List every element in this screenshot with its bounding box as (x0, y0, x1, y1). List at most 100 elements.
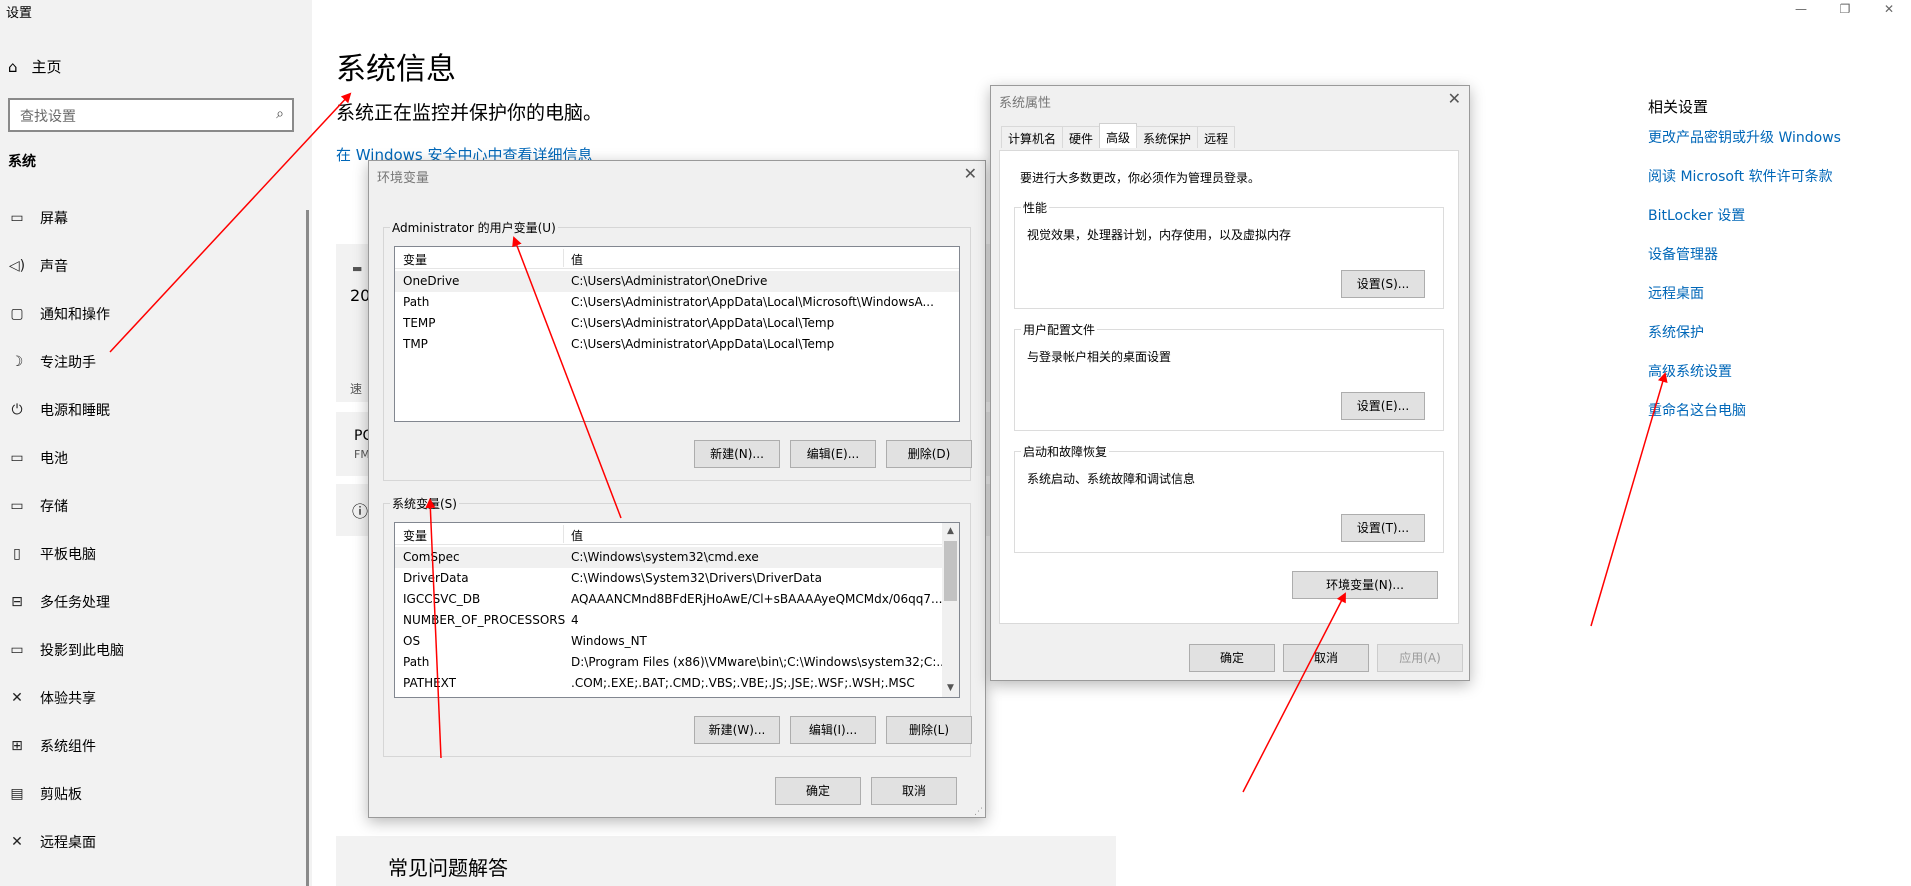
list-row[interactable]: Path C:\Users\Administrator\AppData\Local… (395, 292, 959, 313)
cancel-button[interactable]: 取消 (871, 777, 957, 805)
link-remote-desktop[interactable]: 远程桌面 (1648, 283, 1841, 322)
link-bitlocker[interactable]: BitLocker 设置 (1648, 205, 1841, 244)
home-label: 主页 (31, 58, 62, 76)
scroll-up-icon[interactable]: ▲ (942, 523, 959, 540)
var-name: TMP (403, 337, 428, 351)
list-row[interactable]: TMP C:\Users\Administrator\AppData\Local\… (395, 334, 959, 355)
link-system-protection[interactable]: 系统保护 (1648, 322, 1841, 361)
tab-remote[interactable]: 远程 (1197, 126, 1236, 148)
section-heading: 系统 (8, 154, 36, 170)
link-upgrade-windows[interactable]: 更改产品密钥或升级 Windows (1648, 127, 1841, 166)
nav-item-notifications[interactable]: ▢ 通知和操作 (0, 290, 312, 338)
system-edit-button[interactable]: 编辑(I)... (790, 716, 876, 744)
close-icon[interactable]: ✕ (1448, 89, 1461, 108)
link-advanced-system-settings[interactable]: 高级系统设置 (1648, 361, 1841, 400)
tab-hardware[interactable]: 硬件 (1062, 126, 1101, 148)
nav-item-components[interactable]: ⊞ 系统组件 (0, 722, 312, 770)
var-name: NUMBER_OF_PROCESSORS (403, 613, 566, 627)
nav-item-display[interactable]: ▭ 屏幕 (0, 194, 312, 242)
link-license-terms[interactable]: 阅读 Microsoft 软件许可条款 (1648, 166, 1841, 205)
var-value: C:\Users\Administrator\AppData\Local\Mic… (571, 295, 934, 309)
nav-item-project[interactable]: ▭ 投影到此电脑 (0, 626, 312, 674)
list-row[interactable]: OS Windows_NT (395, 631, 942, 652)
nav-item-clipboard[interactable]: ▤ 剪贴板 (0, 770, 312, 818)
nav-item-storage[interactable]: ▭ 存储 (0, 482, 312, 530)
clipboard-icon: ▤ (10, 786, 24, 802)
link-device-manager[interactable]: 设备管理器 (1648, 244, 1841, 283)
nav-item-tablet[interactable]: ▯ 平板电脑 (0, 530, 312, 578)
minimize-icon[interactable]: — (1779, 0, 1823, 16)
share-icon: ✕ (11, 690, 23, 706)
column-header-value[interactable]: 值 (571, 527, 583, 544)
nav-label: 通知和操作 (40, 307, 110, 323)
user-edit-button[interactable]: 编辑(E)... (790, 440, 876, 468)
list-row[interactable]: PATHEXT .COM;.EXE;.BAT;.CMD;.VBS;.VBE;.JS… (395, 673, 942, 694)
user-delete-button[interactable]: 删除(D) (886, 440, 972, 468)
nav-item-multitasking[interactable]: ⊟ 多任务处理 (0, 578, 312, 626)
column-header-variable[interactable]: 变量 (403, 251, 427, 268)
nav-label: 体验共享 (40, 691, 96, 707)
nav-item-shared-experiences[interactable]: ✕ 体验共享 (0, 674, 312, 722)
user-new-button[interactable]: 新建(N)... (694, 440, 780, 468)
nav-item-battery[interactable]: ▭ 电池 (0, 434, 312, 482)
apply-button[interactable]: 应用(A) (1377, 644, 1463, 672)
var-value: C:\Users\Administrator\OneDrive (571, 274, 768, 288)
cancel-button[interactable]: 取消 (1283, 644, 1369, 672)
performance-settings-button[interactable]: 设置(S)... (1341, 270, 1425, 298)
restore-icon[interactable]: ❐ (1823, 0, 1867, 16)
environment-variables-button[interactable]: 环境变量(N)... (1292, 571, 1438, 599)
scroll-thumb[interactable] (944, 541, 957, 601)
nav-label: 声音 (40, 259, 68, 275)
home-icon: ⌂ (8, 57, 18, 76)
vertical-scrollbar[interactable]: ▲ ▼ (942, 523, 959, 697)
var-value: AQAAANCMnd8BFdERjHoAwE/Cl+sBAAAAyeQMCMdx… (571, 592, 943, 606)
ok-button[interactable]: 确定 (1189, 644, 1275, 672)
tab-advanced[interactable]: 高级 (1099, 123, 1138, 148)
close-icon[interactable]: ✕ (1867, 0, 1911, 16)
list-row[interactable]: ComSpec C:\Windows\system32\cmd.exe (395, 547, 942, 568)
list-rows: OneDrive C:\Users\Administrator\OneDrive … (395, 271, 959, 355)
window-title: 设置 (6, 6, 33, 21)
system-new-button[interactable]: 新建(W)... (694, 716, 780, 744)
scroll-down-icon[interactable]: ▼ (942, 680, 959, 697)
profile-settings-button[interactable]: 设置(E)... (1341, 392, 1425, 420)
ok-button[interactable]: 确定 (775, 777, 861, 805)
multitask-icon: ⊟ (11, 594, 23, 610)
search-input[interactable]: 查找设置 ⌕ (8, 98, 294, 132)
nav-item-sound[interactable]: ◁) 声音 (0, 242, 312, 290)
close-icon[interactable]: ✕ (964, 164, 977, 183)
tab-system-protection[interactable]: 系统保护 (1136, 126, 1199, 148)
nav-label: 投影到此电脑 (40, 643, 124, 659)
nav-label: 系统组件 (40, 739, 96, 755)
startup-settings-button[interactable]: 设置(T)... (1341, 514, 1425, 542)
link-rename-pc[interactable]: 重命名这台电脑 (1648, 400, 1841, 439)
group-description: 系统启动、系统故障和调试信息 (1027, 472, 1196, 486)
tab-computer-name[interactable]: 计算机名 (1001, 126, 1064, 148)
list-row[interactable]: TEMP C:\Users\Administrator\AppData\Local… (395, 313, 959, 334)
nav-item-power[interactable]: ⏻ 电源和睡眠 (0, 386, 312, 434)
list-row[interactable]: OneDrive C:\Users\Administrator\OneDrive (395, 271, 959, 292)
remote-icon: ✕ (11, 834, 23, 850)
nav-label: 平板电脑 (40, 547, 96, 563)
list-row[interactable]: IGCCSVC_DB AQAAANCMnd8BFdERjHoAwE/Cl+sBAA… (395, 589, 942, 610)
user-variables-group: Administrator 的用户变量(U) 变量 值 OneDrive C:\U… (383, 219, 972, 481)
list-row[interactable]: Path D:\Program Files (x86)\VMware\bin\;C… (395, 652, 948, 673)
var-value: C:\Windows\system32\cmd.exe (571, 550, 759, 564)
search-placeholder: 查找设置 (20, 109, 76, 125)
home-nav-item[interactable]: ⌂ 主页 (8, 56, 62, 77)
group-description: 视觉效果，处理器计划，内存使用，以及虚拟内存 (1027, 228, 1292, 242)
list-row[interactable]: NUMBER_OF_PROCESSORS 4 (395, 610, 942, 631)
resize-grip-icon[interactable]: ⋰ (974, 807, 983, 817)
user-variables-list[interactable]: 变量 值 OneDrive C:\Users\Administrator\OneD… (394, 246, 960, 422)
nav-item-remote-desktop[interactable]: ✕ 远程桌面 (0, 818, 312, 866)
system-delete-button[interactable]: 删除(L) (886, 716, 972, 744)
nav-label: 多任务处理 (40, 595, 110, 611)
column-header-variable[interactable]: 变量 (403, 527, 427, 544)
var-value: C:\Windows\System32\Drivers\DriverData (571, 571, 822, 585)
nav-label: 屏幕 (40, 211, 68, 227)
list-row[interactable]: DriverData C:\Windows\System32\Drivers\Dr… (395, 568, 942, 589)
sidebar-scrollbar[interactable] (306, 210, 309, 886)
nav-item-focus-assist[interactable]: ☽ 专注助手 (0, 338, 312, 386)
system-variables-list[interactable]: 变量 值 ComSpec C:\Windows\system32\cmd.exe … (394, 522, 960, 698)
column-header-value[interactable]: 值 (571, 251, 583, 268)
